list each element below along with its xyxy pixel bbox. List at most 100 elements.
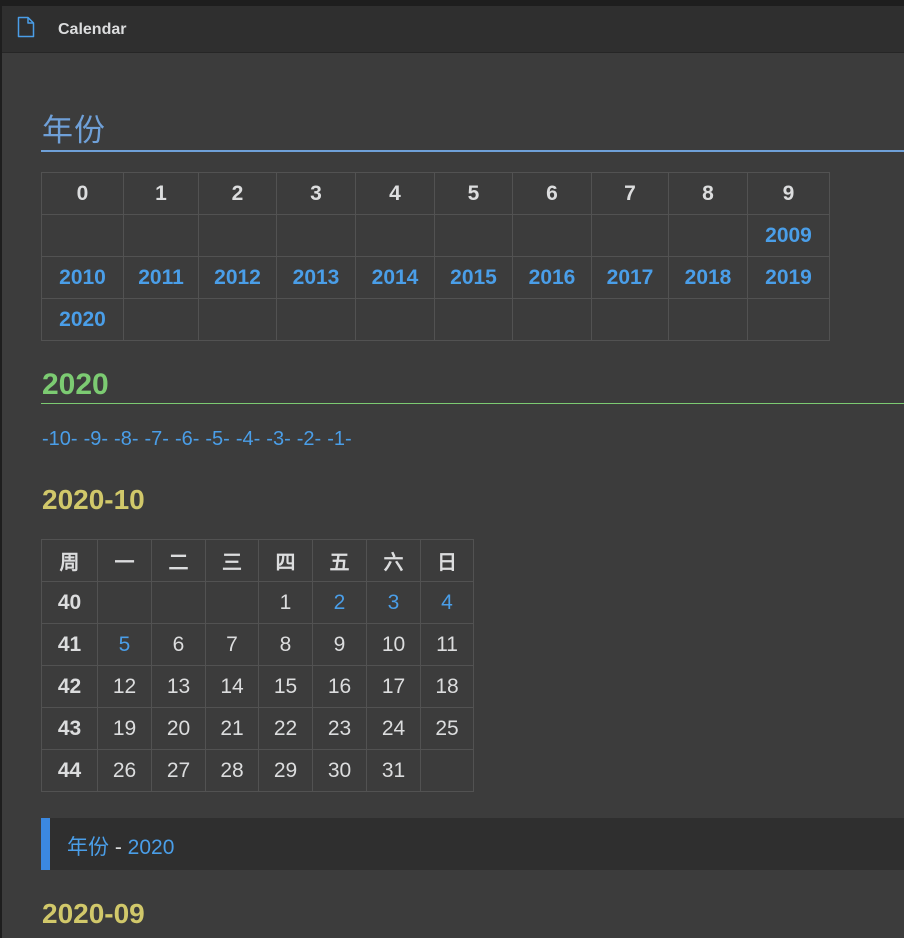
years-header-cell: 1	[123, 172, 199, 215]
empty-cell	[205, 581, 259, 624]
week-number: 44	[41, 749, 98, 792]
empty-cell	[591, 298, 669, 341]
day-cell: 1	[258, 581, 313, 624]
day-cell: 17	[366, 665, 421, 708]
callout-link-year[interactable]: 2020	[128, 836, 175, 859]
year-link[interactable]: 2010	[41, 256, 124, 299]
year-link[interactable]: 2014	[355, 256, 435, 299]
year-link[interactable]: 2018	[668, 256, 748, 299]
day-cell: 6	[151, 623, 206, 666]
weekday-header: 一	[97, 539, 152, 582]
day-cell: 27	[151, 749, 206, 792]
year-link[interactable]: 2011	[123, 256, 199, 299]
month-link[interactable]: -10-	[42, 428, 78, 450]
year-link[interactable]: 2012	[198, 256, 277, 299]
heading-year-rule	[41, 403, 904, 404]
month-link[interactable]: -2-	[297, 428, 321, 450]
day-cell: 30	[312, 749, 367, 792]
year-link[interactable]: 2020	[41, 298, 124, 341]
day-link[interactable]: 4	[420, 581, 474, 624]
day-cell: 8	[258, 623, 313, 666]
years-header-cell: 9	[747, 172, 830, 215]
years-header-cell: 7	[591, 172, 669, 215]
month-link[interactable]: -8-	[114, 428, 138, 450]
empty-cell	[434, 214, 513, 257]
calendar-week-row: 40 1 2 3 4	[41, 581, 474, 624]
years-header-cell: 6	[512, 172, 592, 215]
empty-cell	[434, 298, 513, 341]
empty-cell	[512, 214, 592, 257]
empty-cell	[123, 214, 199, 257]
empty-cell	[668, 214, 748, 257]
empty-cell	[355, 298, 435, 341]
weekday-header: 六	[366, 539, 421, 582]
week-header: 周	[41, 539, 98, 582]
empty-cell	[123, 298, 199, 341]
week-number: 40	[41, 581, 98, 624]
year-link[interactable]: 2016	[512, 256, 592, 299]
day-cell: 25	[420, 707, 474, 750]
month-link[interactable]: -6-	[175, 428, 199, 450]
day-cell: 15	[258, 665, 313, 708]
empty-cell	[355, 214, 435, 257]
month-links: -10- -9- -8- -7- -6- -5- -4- -3- -2- -1-	[42, 428, 358, 451]
week-number: 43	[41, 707, 98, 750]
weekday-header: 三	[205, 539, 259, 582]
day-cell: 24	[366, 707, 421, 750]
month-link[interactable]: -7-	[144, 428, 168, 450]
heading-next-month: 2020-09	[42, 898, 145, 929]
year-link[interactable]: 2013	[276, 256, 356, 299]
day-link[interactable]: 3	[366, 581, 421, 624]
app-window: Calendar 年份 0123456789 2009 2010 2011 2012 2…	[2, 6, 904, 938]
day-cell: 11	[420, 623, 474, 666]
week-number: 42	[41, 665, 98, 708]
heading-month: 2020-10	[42, 484, 145, 515]
callout-bar	[41, 818, 50, 870]
day-cell: 12	[97, 665, 152, 708]
day-link[interactable]: 5	[97, 623, 152, 666]
month-link[interactable]: -1-	[327, 428, 351, 450]
years-header-cell: 8	[668, 172, 748, 215]
years-header-cell: 0	[41, 172, 124, 215]
day-cell: 7	[205, 623, 259, 666]
calendar-week-row: 43 19 20 21 22 23 24 25	[41, 707, 474, 750]
file-icon[interactable]	[17, 16, 35, 38]
years-header-cell: 3	[276, 172, 356, 215]
heading-year: 2020	[42, 368, 109, 401]
empty-cell	[276, 298, 356, 341]
day-cell: 28	[205, 749, 259, 792]
callout-breadcrumb: 年份 - 2020	[41, 818, 904, 870]
year-link[interactable]: 2009	[747, 214, 830, 257]
day-cell: 22	[258, 707, 313, 750]
weekday-header: 五	[312, 539, 367, 582]
month-link[interactable]: -4-	[236, 428, 260, 450]
day-cell: 13	[151, 665, 206, 708]
year-link[interactable]: 2019	[747, 256, 830, 299]
title-bar: Calendar	[2, 6, 904, 53]
month-link[interactable]: -5-	[205, 428, 229, 450]
year-link[interactable]: 2017	[591, 256, 669, 299]
day-link[interactable]: 2	[312, 581, 367, 624]
day-cell: 14	[205, 665, 259, 708]
empty-cell	[276, 214, 356, 257]
callout-link-years[interactable]: 年份	[67, 836, 109, 859]
day-cell: 23	[312, 707, 367, 750]
years-header-cell: 2	[198, 172, 277, 215]
year-link[interactable]: 2015	[434, 256, 513, 299]
day-cell: 20	[151, 707, 206, 750]
weekday-header: 四	[258, 539, 313, 582]
years-row: 2020	[41, 298, 830, 341]
weekday-header: 二	[151, 539, 206, 582]
day-cell: 19	[97, 707, 152, 750]
years-header-cell: 4	[355, 172, 435, 215]
callout-separator: -	[109, 836, 128, 859]
heading-years: 年份	[42, 113, 106, 148]
years-table: 0123456789 2009 2010 2011 2012 2013 2014 2015 2…	[41, 172, 830, 341]
heading-years-rule	[41, 150, 904, 152]
empty-cell	[747, 298, 830, 341]
day-cell: 18	[420, 665, 474, 708]
month-calendar: 周一二三四五六日 40 1 2 3 4 41 5 6 7 8 9 10 11 42 12 13 14 15 16 17…	[41, 539, 474, 792]
month-link[interactable]: -3-	[266, 428, 290, 450]
month-link[interactable]: -9-	[84, 428, 108, 450]
empty-cell	[151, 581, 206, 624]
